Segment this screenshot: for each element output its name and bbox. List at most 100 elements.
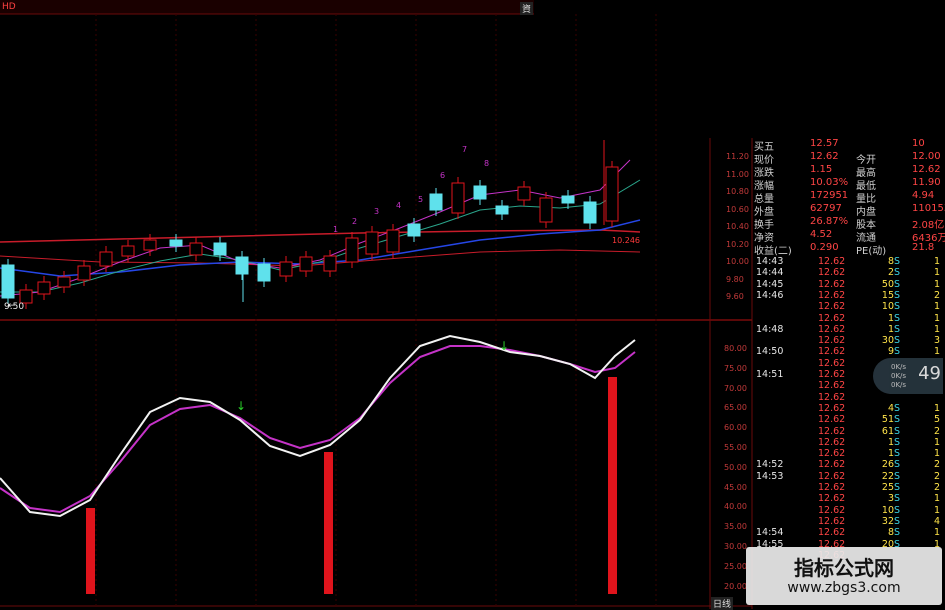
wave-count-label: 4 bbox=[396, 201, 401, 210]
quote-row: 净资 4.52 流通 6436万 bbox=[752, 229, 945, 244]
candle-body bbox=[365, 231, 379, 255]
quote-row: 现价 12.62 今开 12.00 bbox=[752, 151, 945, 166]
quote-v2: 12.00 bbox=[912, 151, 941, 162]
tick-price: 12.62 bbox=[818, 301, 846, 313]
wave-count-label: 5 bbox=[418, 195, 423, 204]
tick-n: 4 bbox=[934, 515, 941, 527]
quote-v1: 62797 bbox=[810, 203, 842, 214]
buy-signal-bar bbox=[86, 508, 95, 594]
tick-vol: 51 bbox=[881, 414, 894, 426]
tick-n: 2 bbox=[934, 425, 941, 437]
tick-row: 14:46 12.62 15 S 2 bbox=[752, 290, 945, 301]
candle-body bbox=[213, 242, 227, 256]
kdj-tick-label: 20.00 bbox=[724, 581, 747, 591]
tick-row: 14:45 12.62 50 S 1 bbox=[752, 279, 945, 290]
price-tick-label: 10.60 bbox=[726, 204, 749, 214]
tick-side: S bbox=[894, 402, 901, 414]
quote-v1: 12.62 bbox=[810, 151, 839, 162]
price-tick-label: 10.20 bbox=[726, 239, 749, 249]
low-price-annotation: 9.50 bbox=[4, 302, 25, 312]
price-tick-label: 9.60 bbox=[726, 292, 744, 301]
buy-signal-bar bbox=[324, 452, 333, 594]
tick-row: 14:50 12.62 9 S 1 bbox=[752, 346, 945, 357]
wave-count-label: 1 bbox=[333, 225, 338, 234]
candle-body bbox=[57, 276, 71, 288]
tick-price: 12.62 bbox=[818, 312, 846, 324]
price-tick-label: 10.40 bbox=[726, 222, 749, 231]
watermark-title: 指标公式网 bbox=[794, 556, 894, 580]
popup-number: 49 bbox=[918, 363, 941, 384]
tick-row: 12.62 4 S 1 bbox=[752, 403, 945, 414]
tick-row: 12.62 1 S 1 bbox=[752, 313, 945, 324]
tick-row: 12.62 1 S 1 bbox=[752, 448, 945, 459]
tick-time: 14:54 bbox=[756, 527, 784, 539]
candle-body bbox=[189, 242, 203, 256]
tick-row: 12.62 10 S 1 bbox=[752, 301, 945, 312]
tick-side: S bbox=[894, 278, 901, 290]
tick-side: S bbox=[894, 448, 901, 460]
candle-body bbox=[299, 256, 313, 272]
quote-v1: 10.03% bbox=[810, 177, 849, 188]
tick-price: 12.62 bbox=[818, 425, 846, 437]
tick-vol: 61 bbox=[881, 425, 894, 437]
tick-price: 12.62 bbox=[818, 323, 846, 335]
tick-vol: 8 bbox=[887, 527, 894, 539]
kdj-tick-label: 50.00 bbox=[724, 462, 747, 472]
tick-n: 1 bbox=[934, 527, 941, 539]
tick-vol: 1 bbox=[887, 312, 894, 324]
tick-side: S bbox=[894, 504, 901, 516]
tick-list[interactable]: 14:43 12.62 8 S 1 14:44 12.62 2 S 1 14:45 12.62 50 S 1… bbox=[752, 256, 945, 586]
kdj-tick-label: 35.00 bbox=[724, 522, 747, 532]
ma-value-annotation: 10.246 bbox=[612, 236, 640, 245]
sell-arrow-1: ↓ bbox=[236, 399, 246, 413]
popup-speed-label: 0K/s bbox=[891, 372, 907, 380]
tick-vol: 32 bbox=[881, 515, 894, 527]
candle-body bbox=[473, 185, 487, 200]
tick-n: 1 bbox=[934, 301, 941, 313]
period-label[interactable]: 日线 bbox=[711, 597, 734, 610]
quote-v1: 26.87% bbox=[810, 216, 849, 227]
tick-price: 12.62 bbox=[818, 380, 846, 392]
ma-red-long-line bbox=[0, 249, 641, 267]
wave-count-label: 6 bbox=[440, 171, 445, 180]
tick-n: 1 bbox=[934, 346, 941, 358]
tick-vol: 15 bbox=[881, 289, 894, 301]
tick-price: 12.62 bbox=[818, 256, 846, 267]
tick-n: 3 bbox=[934, 335, 941, 347]
tick-row: 14:53 12.62 22 S 2 bbox=[752, 471, 945, 482]
wave-count-label: 3 bbox=[374, 207, 379, 216]
tick-vol: 50 bbox=[881, 278, 894, 290]
tick-side: S bbox=[894, 482, 901, 493]
quote-v2: 4.94 bbox=[912, 190, 935, 201]
tick-price: 12.62 bbox=[818, 414, 846, 426]
tick-n: 1 bbox=[934, 323, 941, 335]
quote-l1: 收益(二) bbox=[754, 246, 792, 257]
tick-n: 1 bbox=[934, 493, 941, 505]
tick-row: 14:52 12.62 26 S 2 bbox=[752, 459, 945, 470]
tick-row: 14:54 12.62 8 S 1 bbox=[752, 527, 945, 538]
tick-time: 14:53 bbox=[756, 470, 784, 482]
price-tick-label: 9.80 bbox=[726, 274, 744, 284]
tick-vol: 4 bbox=[887, 402, 894, 414]
candle-body bbox=[517, 186, 531, 201]
kdj-d-line bbox=[0, 345, 636, 514]
candle-body bbox=[539, 197, 553, 223]
tick-side: S bbox=[894, 301, 901, 313]
quote-row: 收益(二) 0.290 PE(动) 21.8 bbox=[752, 242, 945, 257]
tick-side: S bbox=[894, 312, 901, 324]
buy-signal-bar bbox=[608, 377, 617, 594]
tick-side: S bbox=[894, 436, 901, 448]
tick-price: 12.62 bbox=[818, 448, 846, 460]
ma-purple-line bbox=[0, 159, 631, 297]
tick-vol: 8 bbox=[887, 256, 894, 267]
tick-n: 5 bbox=[934, 414, 941, 426]
side-toggle-button[interactable]: 資 bbox=[520, 2, 534, 15]
network-speed-popup[interactable]: 49 0K/s 0K/s 0K/s bbox=[873, 358, 943, 394]
tick-n: 2 bbox=[934, 459, 941, 471]
tick-price: 12.62 bbox=[818, 278, 846, 290]
period-tag[interactable]: HD bbox=[2, 2, 16, 12]
tick-vol: 9 bbox=[887, 346, 894, 358]
tick-side: S bbox=[894, 346, 901, 358]
top-bar: HD 資 bbox=[0, 0, 534, 15]
tick-n: 1 bbox=[934, 402, 941, 414]
